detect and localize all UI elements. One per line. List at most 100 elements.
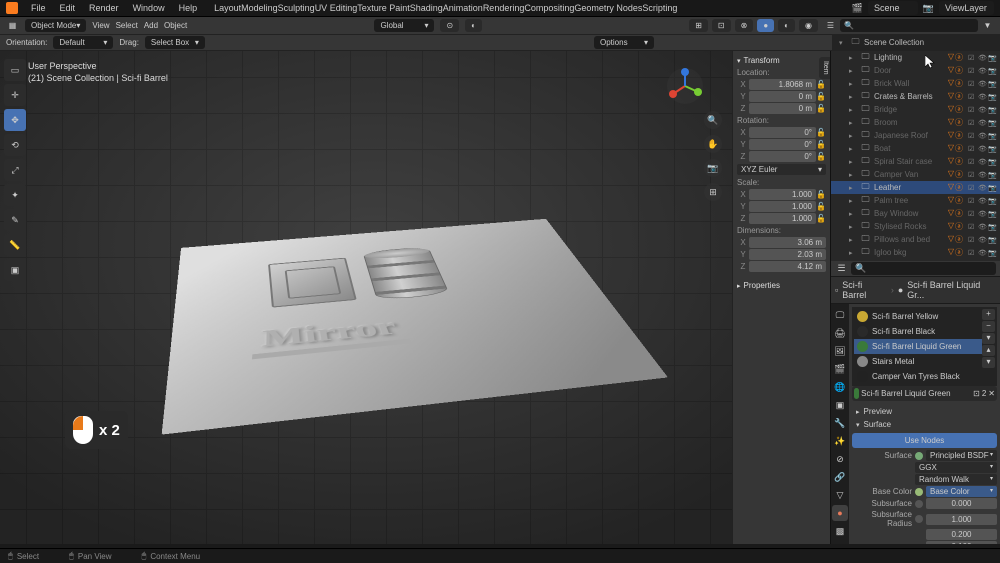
snap-icon[interactable]: ⊙ <box>440 19 459 32</box>
shading-wireframe[interactable]: ⊗ <box>735 19 754 32</box>
proportional-icon[interactable]: ◐ <box>465 19 482 32</box>
tool-move[interactable]: ✥ <box>4 109 26 131</box>
outliner-item-0[interactable]: ▸🗀Lighting▽ⓐ☑👁📷 <box>831 51 1000 64</box>
rot-y[interactable]: 0° <box>749 139 816 150</box>
outliner-item-6[interactable]: ▸🗀Japanese Roof▽ⓐ☑👁📷 <box>831 129 1000 142</box>
props-search[interactable]: 🔍 <box>851 262 996 275</box>
props-type-icon[interactable]: ☰ <box>835 262 848 275</box>
outliner-item-14[interactable]: ▸🗀Pillows and bed▽ⓐ☑👁📷 <box>831 233 1000 246</box>
scene-name-field[interactable]: Scene <box>868 1 918 15</box>
tab-render[interactable]: 🖵 <box>832 307 848 323</box>
mat-users[interactable]: 2 <box>982 389 986 398</box>
mat-btn-4[interactable]: ▾ <box>982 357 995 368</box>
tab-object[interactable]: ▣ <box>832 397 848 413</box>
mat-btn-2[interactable]: ▾ <box>982 333 995 344</box>
surface-panel[interactable]: Surface <box>852 418 997 431</box>
material-slot-4[interactable]: Camper Van Tyres Black <box>854 369 982 384</box>
workspace-rendering[interactable]: Rendering <box>483 3 525 13</box>
editor-type-icon[interactable]: ▦ <box>6 19 19 32</box>
tool-cursor[interactable]: ✛ <box>4 84 26 106</box>
tab-data[interactable]: ▽ <box>832 487 848 503</box>
scl-x[interactable]: 1.000 <box>749 189 816 200</box>
shader-dropdown[interactable]: Principled BSDF <box>926 450 997 461</box>
mesh-text-mirror[interactable]: Mirror <box>252 313 412 359</box>
mat-new-icon[interactable]: ✕ <box>988 389 995 398</box>
tab-modifiers[interactable]: 🔧 <box>832 415 848 431</box>
outliner-search[interactable]: 🔍 <box>840 19 978 32</box>
subsurface-value[interactable]: 0.000 <box>926 498 997 509</box>
shading-matprev[interactable]: ◐ <box>778 19 795 32</box>
loc-y[interactable]: 0 m <box>749 91 816 102</box>
tool-select[interactable]: ▭ <box>4 59 26 81</box>
menu-edit[interactable]: Edit <box>53 3 83 13</box>
outliner-item-9[interactable]: ▸🗀Camper Van▽ⓐ☑👁📷 <box>831 168 1000 181</box>
menu-window[interactable]: Window <box>126 3 172 13</box>
outliner-item-10[interactable]: ▸🗀Leather▽ⓐ☑👁📷 <box>831 181 1000 194</box>
outliner-root[interactable]: ▾🗀Scene Collection <box>836 36 996 49</box>
outliner-item-5[interactable]: ▸🗀Broom▽ⓐ☑👁📷 <box>831 116 1000 129</box>
workspace-sculpting[interactable]: Sculpting <box>278 3 315 13</box>
workspace-scripting[interactable]: Scripting <box>642 3 677 13</box>
outliner[interactable]: ▸🗀Lighting▽ⓐ☑👁📷▸🗀Door▽ⓐ☑👁📷▸🗀Brick Wall▽ⓐ… <box>831 51 1000 261</box>
workspace-shading[interactable]: Shading <box>410 3 443 13</box>
tab-scene[interactable]: 🎬 <box>832 361 848 377</box>
properties-header[interactable]: Properties <box>737 279 826 292</box>
mesh-crate[interactable] <box>268 257 357 307</box>
loc-z[interactable]: 0 m <box>749 103 816 114</box>
dim-z[interactable]: 4.12 m <box>749 261 826 272</box>
menu-select[interactable]: Select <box>116 21 138 30</box>
loc-x[interactable]: 1.8068 m <box>749 79 816 90</box>
workspace-animation[interactable]: Animation <box>443 3 483 13</box>
outliner-item-12[interactable]: ▸🗀Bay Window▽ⓐ☑👁📷 <box>831 207 1000 220</box>
menu-help[interactable]: Help <box>172 3 205 13</box>
3d-viewport[interactable]: ▭ ✛ ✥ ⟲ ⤢ ✦ ✎ 📏 ▣ User Perspective (21) … <box>0 51 830 544</box>
rot-x[interactable]: 0° <box>749 127 816 138</box>
tool-measure[interactable]: 📏 <box>4 234 26 256</box>
mat-btn-1[interactable]: − <box>982 321 995 332</box>
workspace-compositing[interactable]: Compositing <box>524 3 574 13</box>
basecolor-link[interactable]: Base Color <box>926 486 997 497</box>
options-dropdown[interactable]: Options▾ <box>594 36 654 49</box>
overlay-toggle[interactable]: ⊞ <box>689 19 708 32</box>
workspace-modeling[interactable]: Modeling <box>241 3 278 13</box>
tab-output[interactable]: 🖨 <box>832 325 848 341</box>
tool-scale[interactable]: ⤢ <box>4 159 26 181</box>
subsurf-r2[interactable]: 0.100 <box>926 541 997 544</box>
tool-addcube[interactable]: ▣ <box>4 259 26 281</box>
mat-btn-0[interactable]: + <box>982 309 995 320</box>
perspective-icon[interactable]: ⊞ <box>704 183 722 201</box>
scl-z[interactable]: 1.000 <box>749 213 816 224</box>
distribution-dropdown[interactable]: GGX <box>915 462 997 473</box>
mesh-barrel[interactable] <box>362 246 449 300</box>
tool-annotate[interactable]: ✎ <box>4 209 26 231</box>
rot-z[interactable]: 0° <box>749 151 816 162</box>
outliner-item-11[interactable]: ▸🗀Palm tree▽ⓐ☑👁📷 <box>831 194 1000 207</box>
orientation-field[interactable]: Global▾ <box>374 19 434 32</box>
tab-particles[interactable]: ✨ <box>832 433 848 449</box>
pan-icon[interactable]: ✋ <box>704 135 722 153</box>
transform-header[interactable]: Transform <box>737 54 826 67</box>
outliner-item-1[interactable]: ▸🗀Door▽ⓐ☑👁📷 <box>831 64 1000 77</box>
camera-icon[interactable]: 📷 <box>704 159 722 177</box>
menu-view[interactable]: View <box>92 21 109 30</box>
material-slot-1[interactable]: Sci-fi Barrel Black <box>854 324 982 339</box>
npanel-tab-item[interactable]: Item <box>819 57 830 79</box>
outliner-item-16[interactable]: ▸🗀Beer and Hair▽ⓐ☑👁📷 <box>831 259 1000 261</box>
preview-panel[interactable]: Preview <box>852 405 997 418</box>
tool-transform[interactable]: ✦ <box>4 184 26 206</box>
tab-material[interactable]: ● <box>832 505 848 521</box>
viewlayer-field[interactable]: ViewLayer <box>939 1 994 15</box>
tab-world[interactable]: 🌐 <box>832 379 848 395</box>
tab-physics[interactable]: ⊘ <box>832 451 848 467</box>
scl-y[interactable]: 1.000 <box>749 201 816 212</box>
mesh-plane[interactable]: Mirror <box>162 218 668 434</box>
tool-orientation[interactable]: Default▾ <box>53 36 113 49</box>
mode-dropdown[interactable]: Object Mode▾ <box>25 19 86 32</box>
mat-btn-3[interactable]: ▴ <box>982 345 995 356</box>
filter-icon[interactable]: ▼ <box>981 19 994 32</box>
material-slot-0[interactable]: Sci-fi Barrel Yellow <box>854 309 982 324</box>
outliner-item-7[interactable]: ▸🗀Boat▽ⓐ☑👁📷 <box>831 142 1000 155</box>
rot-mode[interactable]: XYZ Euler▾ <box>737 164 826 175</box>
dim-y[interactable]: 2.03 m <box>749 249 826 260</box>
workspace-texturepaint[interactable]: Texture Paint <box>357 3 410 13</box>
